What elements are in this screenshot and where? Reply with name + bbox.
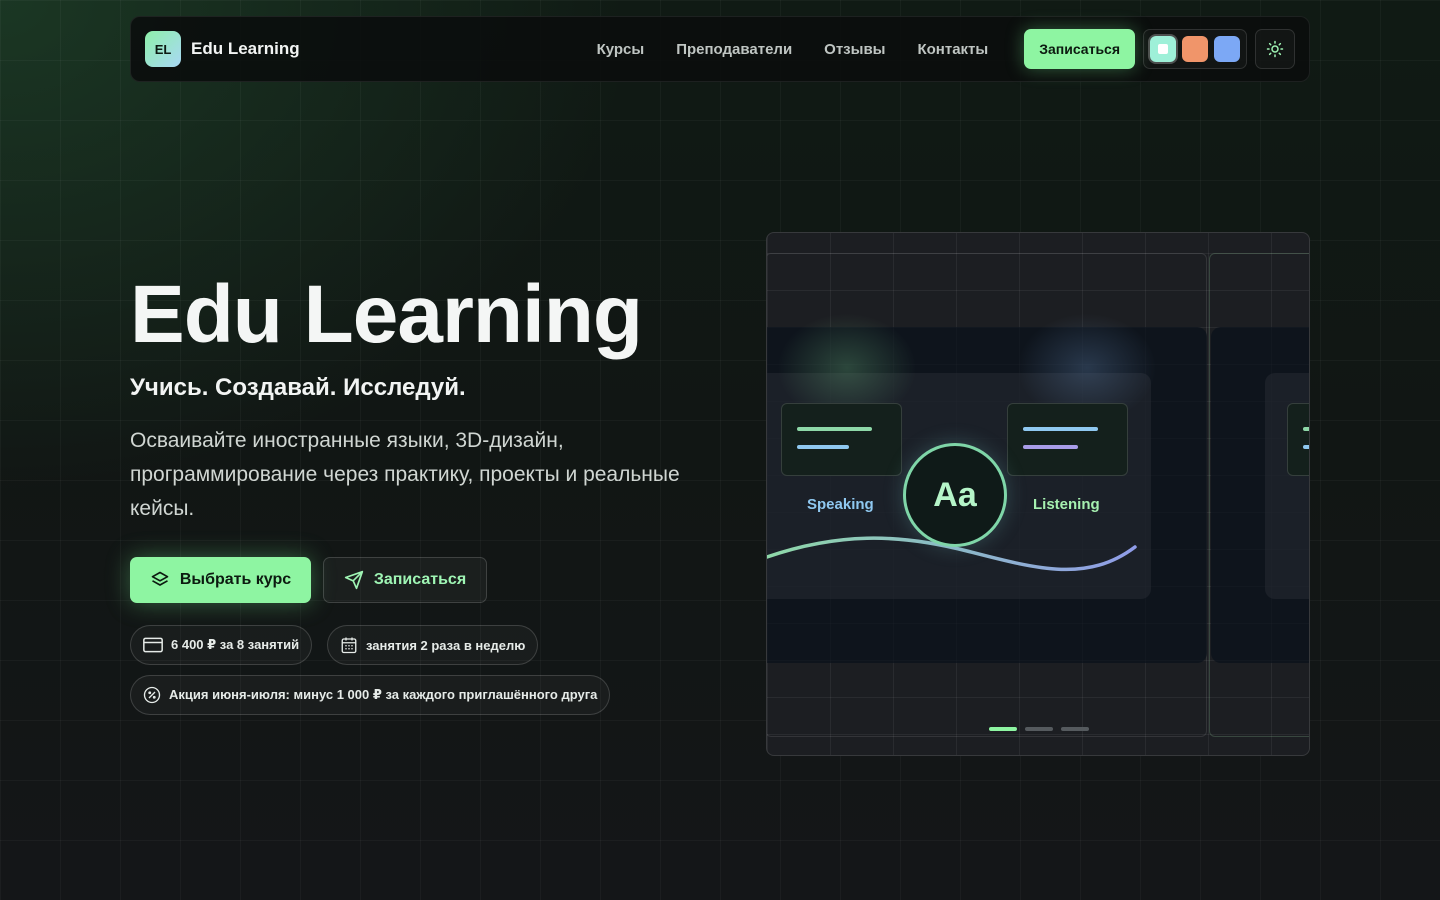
carousel-dot-2[interactable]	[1025, 727, 1053, 731]
nav-link-teachers[interactable]: Преподаватели	[676, 41, 792, 58]
next-card	[1287, 403, 1309, 476]
theme-swatches	[1143, 29, 1247, 69]
swatch-mint[interactable]	[1148, 34, 1178, 64]
carousel-dot-3[interactable]	[1061, 727, 1089, 731]
speaking-card	[781, 403, 902, 476]
nav-link-contacts[interactable]: Контакты	[917, 41, 988, 58]
swatch-orange[interactable]	[1182, 36, 1208, 62]
course-carousel[interactable]: Speaking Listening Aa	[766, 232, 1310, 756]
price-chip-text: 6 400 ₽ за 8 занятий	[171, 637, 300, 652]
layers-icon	[151, 571, 169, 586]
credit-card-icon	[143, 637, 163, 653]
hero-signup-label: Записаться	[373, 571, 467, 588]
theme-toggle-button[interactable]	[1255, 29, 1295, 69]
nav-links: Курсы Преподаватели Отзывы Контакты	[597, 41, 989, 58]
schedule-chip-text: занятия 2 раза в неделю	[366, 637, 526, 653]
language-glyph-circle: Aa	[903, 443, 1007, 547]
promo-chip-text: Акция июня-июля: минус 1 000 ₽ за каждог…	[169, 687, 598, 702]
hero-subtitle: Учись. Создавай. Исследуй.	[130, 374, 466, 401]
sun-icon	[1266, 40, 1284, 58]
nav-link-courses[interactable]: Курсы	[597, 41, 645, 58]
calendar-icon	[341, 637, 357, 654]
logo-badge[interactable]: EL	[145, 31, 181, 67]
price-chip: 6 400 ₽ за 8 занятий	[130, 625, 313, 665]
hero-title: Edu Learning	[130, 269, 643, 360]
nav-signup-button[interactable]: Записаться	[1024, 29, 1135, 69]
listening-card	[1007, 403, 1128, 476]
promo-chip: Акция июня-июля: минус 1 000 ₽ за каждог…	[130, 675, 611, 715]
send-icon	[344, 570, 363, 590]
choose-course-button[interactable]: Выбрать курс	[130, 557, 311, 603]
choose-course-label: Выбрать курс	[179, 571, 292, 588]
speaking-label: Speaking	[807, 496, 874, 513]
nav-link-reviews[interactable]: Отзывы	[824, 41, 885, 58]
swatch-blue[interactable]	[1214, 36, 1240, 62]
carousel-dot-1[interactable]	[989, 727, 1017, 731]
hero-signup-button[interactable]: Записаться	[323, 557, 487, 603]
discount-badge-icon	[143, 686, 161, 704]
schedule-chip: занятия 2 раза в неделю	[327, 625, 539, 665]
carousel-pagination	[989, 727, 1089, 731]
top-navbar: EL Edu Learning Курсы Преподаватели Отзы…	[130, 16, 1310, 82]
listening-label: Listening	[1033, 496, 1100, 513]
brand-name[interactable]: Edu Learning	[191, 39, 300, 59]
hero-description: Осваивайте иностранные языки, 3D-дизайн,…	[130, 429, 680, 520]
